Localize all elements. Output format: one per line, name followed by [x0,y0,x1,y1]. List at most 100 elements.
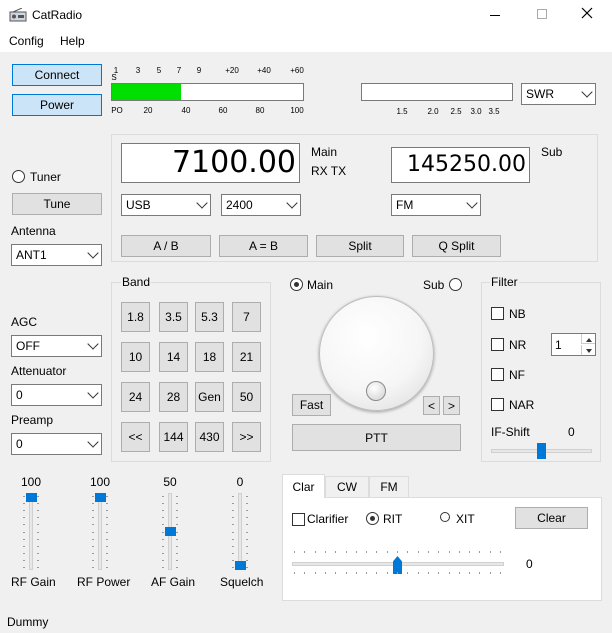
slider-tick [106,545,108,547]
band-button[interactable]: 144 [159,422,188,452]
swr-tick-label: 3.0 [470,107,482,116]
clarifier-tick [397,551,398,553]
maximize-icon[interactable] [537,9,547,19]
nr-label: NR [509,338,527,352]
main-vfo-radio[interactable] [290,278,303,291]
band-button[interactable]: Gen [195,382,224,412]
a-b-swap-button[interactable]: A / B [121,235,211,257]
clarifier-value: 0 [526,557,533,571]
sub-vfo-radio[interactable] [449,278,462,291]
clarifier-tick [345,551,347,553]
slider-thumb[interactable] [26,493,37,502]
po-tick-label: 40 [181,106,191,115]
rit-radio[interactable] [366,512,379,525]
slider-tick [92,538,94,540]
slider-thumb[interactable] [95,493,106,502]
minimize-icon[interactable] [490,15,500,16]
tab-cw[interactable]: CW [325,476,369,497]
slider-tick [23,538,25,540]
tab-fm[interactable]: FM [369,476,409,497]
split-button[interactable]: Split [316,235,404,257]
po-tick-label: 80 [255,106,265,115]
connect-button[interactable]: Connect [12,64,102,86]
sub-vfo-label: Sub [541,145,563,159]
nr-checkbox[interactable] [491,338,504,351]
po-tick-label: 100 [290,106,304,115]
clarifier-tick [417,551,419,553]
slider-thumb[interactable] [235,561,246,570]
sub-frequency-display[interactable]: 145250.00 [391,147,530,183]
band-button[interactable]: 50 [232,382,261,412]
band-button[interactable]: 3.5 [159,302,188,332]
band-button[interactable]: 10 [121,342,150,372]
slider-tick [232,567,234,568]
agc-select[interactable]: OFF [11,335,102,357]
fast-tuning-button[interactable]: Fast [292,394,331,416]
a-equals-b-button[interactable]: A = B [219,235,308,257]
if-shift-slider-thumb[interactable] [537,443,546,459]
slider-tick [176,559,178,561]
band-button[interactable]: 14 [159,342,188,372]
tab-fm-label: FM [380,480,398,494]
slider-tick [106,510,108,512]
slider-tick [162,567,164,568]
band-button[interactable]: 5.3 [195,302,224,332]
slider-tick [232,538,234,540]
slider-tick [246,503,248,505]
s-meter-tick-label: 5 [156,66,162,75]
attenuator-select[interactable]: 0 [11,384,102,406]
slider-thumb[interactable] [165,527,176,536]
clarifier-tick [448,551,450,553]
nb-checkbox[interactable] [491,307,504,320]
chevron-down-icon [466,197,478,209]
slider-tick [23,531,25,533]
band-button[interactable]: 7 [232,302,261,332]
band-button[interactable]: 21 [232,342,261,372]
band-button[interactable]: 24 [121,382,150,412]
clarifier-label: Clarifier [307,512,349,526]
quick-split-button[interactable]: Q Split [412,235,501,257]
slider-tick [176,496,178,497]
step-down-button[interactable]: < [423,396,440,415]
main-frequency-display[interactable]: 7100.00 [121,143,300,183]
band-button[interactable]: >> [232,422,261,452]
tuner-radio[interactable] [12,170,25,183]
slider-tick [92,510,94,512]
clarifier-tick [355,551,357,553]
menu-config[interactable]: Config [9,34,44,48]
close-icon[interactable] [580,6,594,20]
preamp-select[interactable]: 0 [11,433,102,455]
slider-tick [246,531,248,533]
nr-level-spinbox[interactable]: 1 [551,333,596,356]
slider-label: RF Gain [11,575,56,589]
meter-select[interactable]: SWR [521,83,596,105]
clear-button[interactable]: Clear [515,507,588,529]
bandwidth-select[interactable]: 2400 [221,194,301,216]
band-button[interactable]: << [121,422,150,452]
tuning-knob[interactable] [319,296,434,411]
spin-down-icon[interactable] [581,345,595,355]
nf-checkbox[interactable] [491,368,504,381]
power-button[interactable]: Power [12,94,102,116]
tab-clar[interactable]: Clar [282,474,325,498]
step-up-button[interactable]: > [443,396,460,415]
clarifier-tick [427,572,429,574]
sub-mode-select[interactable]: FM [391,194,481,216]
clarifier-tick [335,572,337,574]
main-mode-select[interactable]: USB [121,194,211,216]
band-button[interactable]: 18 [195,342,224,372]
band-button[interactable]: 430 [195,422,224,452]
s-meter-tick-label: 9 [196,66,202,75]
knob-finger-dimple [366,381,386,401]
ptt-button[interactable]: PTT [292,424,461,451]
menu-help[interactable]: Help [60,34,85,48]
nar-checkbox[interactable] [491,398,504,411]
band-button[interactable]: 1.8 [121,302,150,332]
xit-radio[interactable] [440,512,450,522]
clarifier-checkbox[interactable] [292,513,305,526]
antenna-select[interactable]: ANT1 [11,244,102,266]
tune-button[interactable]: Tune [12,193,102,215]
spin-up-icon[interactable] [581,334,595,344]
band-button[interactable]: 28 [159,382,188,412]
clarifier-tick [397,572,398,574]
